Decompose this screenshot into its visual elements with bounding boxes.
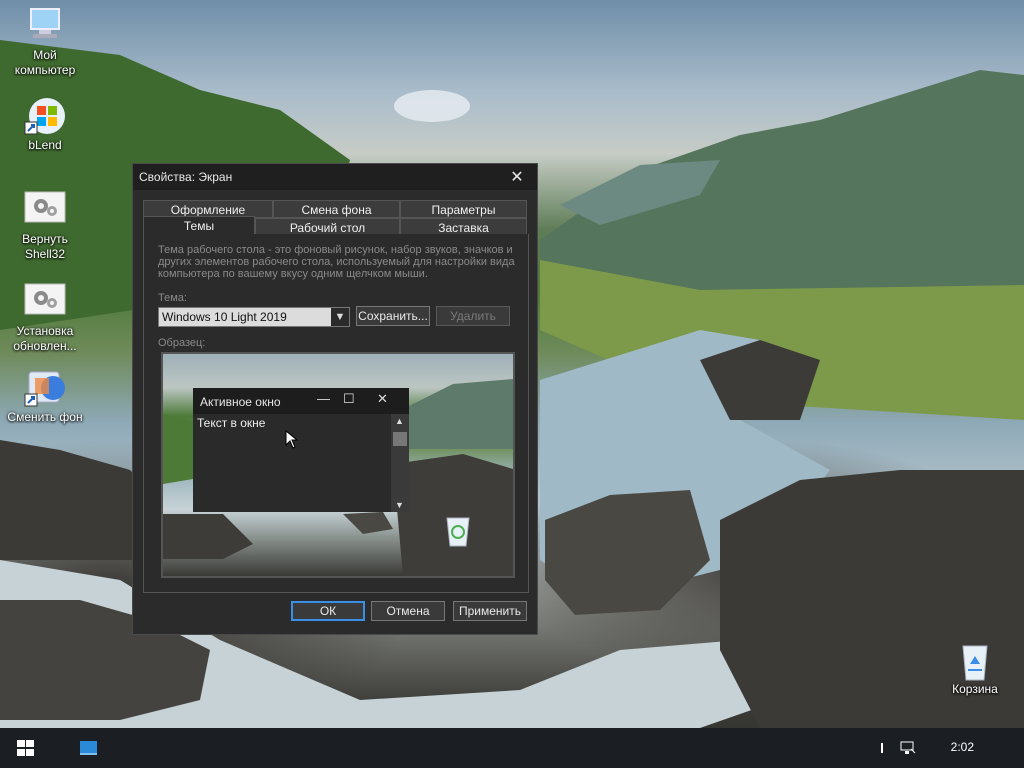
desktop-icon-label: обновлен...: [13, 339, 77, 353]
cursor-icon: [285, 430, 299, 449]
maximize-icon: ☐: [343, 391, 355, 406]
desktop-icon-label: Вернуть: [22, 232, 68, 246]
desktop-icon-restore-shell32[interactable]: Вернуть Shell32: [3, 190, 87, 262]
preview-window-text: Текст в окне: [197, 416, 266, 430]
themes-panel: Тема рабочего стола - это фоновый рисуно…: [143, 234, 529, 593]
preview-active-window: Активное окно — ☐ ✕ Текст в окне ▲ ▼: [193, 388, 409, 512]
tab-background-change[interactable]: Смена фона: [273, 200, 400, 218]
dialog-title: Свойства: Экран: [139, 170, 233, 184]
ok-button[interactable]: ОК: [291, 601, 365, 621]
scroll-up-icon: ▲: [395, 416, 404, 426]
display-properties-dialog: Свойства: Экран ✕ Оформление Смена фона …: [132, 163, 538, 635]
desktop-icon-blend[interactable]: bLend: [3, 96, 87, 153]
recycle-bin-icon: [446, 517, 470, 547]
desktop-icon-label: Корзина: [952, 682, 998, 696]
windows-start-icon[interactable]: [17, 740, 35, 757]
preview-window-titlebar: Активное окно — ☐ ✕: [193, 388, 409, 414]
taskbar-clock[interactable]: 2:02: [951, 740, 974, 754]
preview-window-body: Текст в окне: [193, 414, 391, 512]
close-icon: ✕: [377, 391, 388, 406]
desktop-icon-label: Мой: [33, 48, 57, 62]
cancel-button[interactable]: Отмена: [371, 601, 445, 621]
minimize-icon: —: [317, 391, 330, 406]
gears-icon: [23, 282, 67, 322]
network-icon[interactable]: [900, 740, 916, 756]
desktop-icon-label: Сменить фон: [7, 410, 83, 424]
theme-select[interactable]: Windows 10 Light 2019 ▼: [158, 307, 350, 327]
desktop-icon-label: компьютер: [14, 63, 76, 77]
taskbar: 2:02: [0, 728, 1024, 768]
apply-button[interactable]: Применить: [453, 601, 527, 621]
desktop-icon-label: bLend: [28, 138, 62, 152]
scroll-thumb: [393, 432, 407, 446]
computer-icon: [23, 6, 67, 46]
gears-icon: [23, 190, 67, 230]
chevron-down-icon[interactable]: ▼: [331, 308, 349, 326]
save-theme-button[interactable]: Сохранить...: [356, 306, 430, 326]
desktop-icon-recycle-bin[interactable]: Корзина: [933, 640, 1017, 697]
themes-description: Тема рабочего стола - это фоновый рисуно…: [158, 244, 515, 280]
desktop-icon-change-wallpaper[interactable]: Сменить фон: [3, 368, 87, 425]
preview-scrollbar: ▲ ▼: [391, 414, 409, 512]
tab-themes[interactable]: Темы: [143, 216, 255, 235]
wallpaper-shortcut-icon: [23, 368, 67, 408]
display-properties-taskbar-icon[interactable]: [80, 741, 98, 756]
tray-flag-icon[interactable]: [880, 742, 886, 754]
theme-label: Тема:: [158, 292, 187, 304]
recycle-bin-icon: [953, 640, 997, 681]
theme-preview: Активное окно — ☐ ✕ Текст в окне ▲ ▼: [161, 352, 515, 578]
close-icon[interactable]: ✕: [497, 167, 537, 187]
desktop-icon-install-updates[interactable]: Установка обновлен...: [3, 282, 87, 354]
delete-theme-button[interactable]: Удалить: [436, 306, 510, 326]
windows-logo-shortcut-icon: [23, 96, 67, 136]
preview-window-title: Активное окно: [200, 395, 281, 409]
sample-label: Образец:: [158, 337, 206, 349]
desktop-icon-label: Shell32: [24, 247, 66, 261]
dialog-titlebar[interactable]: Свойства: Экран ✕: [133, 164, 537, 190]
tab-settings[interactable]: Параметры: [400, 200, 527, 218]
theme-select-value: Windows 10 Light 2019: [162, 310, 287, 324]
desktop-icon-label: Установка: [16, 324, 74, 338]
scroll-down-icon: ▼: [395, 500, 404, 510]
desktop-icon-my-computer[interactable]: Мой компьютер: [3, 6, 87, 78]
